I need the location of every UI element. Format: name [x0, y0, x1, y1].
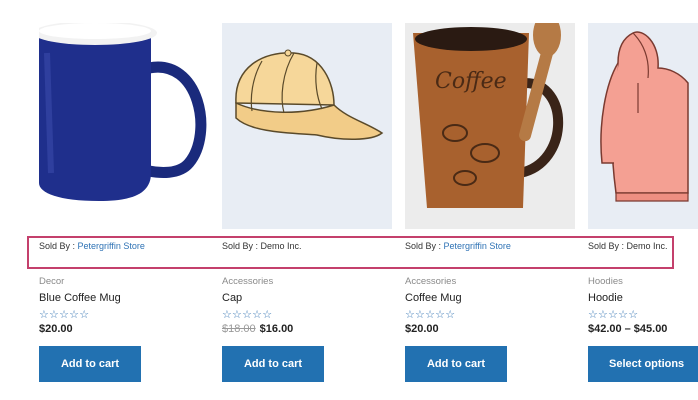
product-price: $20.00 [39, 323, 73, 335]
hoodie-icon[interactable] [588, 23, 698, 229]
price-current: $20.00 [405, 323, 439, 335]
price-max: $45.00 [633, 323, 668, 335]
product-title[interactable]: Coffee Mug [405, 292, 462, 304]
sold-by-text: Sold By : Demo Inc. [588, 241, 668, 251]
add-to-cart-button[interactable]: Add to cart [39, 346, 141, 382]
product-title[interactable]: Cap [222, 292, 242, 304]
sold-by-text: Sold By : Demo Inc. [222, 241, 302, 251]
price-current: $20.00 [39, 323, 73, 335]
vendor-link[interactable]: Petergriffin Store [444, 241, 511, 251]
price-sale: $16.00 [259, 323, 294, 335]
add-to-cart-button[interactable]: Add to cart [405, 346, 507, 382]
product-price: $42.00– $45.00 [588, 323, 667, 335]
cap-icon[interactable] [222, 23, 392, 229]
product-grid: Sold By : Petergriffin Store Decor Blue … [0, 0, 698, 400]
sold-by-text: Sold By : Petergriffin Store [39, 241, 145, 251]
product-category: Decor [39, 276, 65, 287]
sold-by-label: Sold By : [39, 241, 78, 251]
product-price: $20.00 [405, 323, 439, 335]
product-category: Accessories [405, 276, 457, 287]
sold-by-label: Sold By : [405, 241, 444, 251]
sold-by-text: Sold By : Petergriffin Store [405, 241, 511, 251]
star-rating-icon: ☆☆☆☆☆ [39, 309, 90, 321]
select-options-button[interactable]: Select options [588, 346, 698, 382]
price-separator: – [624, 323, 631, 335]
product-category: Hoodies [588, 276, 623, 287]
product-price: $18.00 $16.00 [222, 323, 293, 335]
add-to-cart-button[interactable]: Add to cart [222, 346, 324, 382]
vendor-name: Demo Inc. [260, 241, 302, 251]
coffee-mug-icon[interactable]: Coffee [405, 23, 575, 229]
product-title[interactable]: Hoodie [588, 292, 623, 304]
vendor-link[interactable]: Petergriffin Store [78, 241, 145, 251]
price-regular: $18.00 [222, 323, 256, 335]
svg-text:Coffee: Coffee [435, 69, 507, 94]
sold-by-label: Sold By : [588, 241, 627, 251]
star-rating-icon: ☆☆☆☆☆ [222, 309, 273, 321]
product-category: Accessories [222, 276, 274, 287]
product-title[interactable]: Blue Coffee Mug [39, 292, 121, 304]
blue-mug-icon[interactable] [39, 23, 209, 229]
price-min: $42.00 [588, 323, 622, 335]
star-rating-icon: ☆☆☆☆☆ [588, 309, 639, 321]
sold-by-label: Sold By : [222, 241, 261, 251]
star-rating-icon: ☆☆☆☆☆ [405, 309, 456, 321]
vendor-name: Demo Inc. [626, 241, 668, 251]
